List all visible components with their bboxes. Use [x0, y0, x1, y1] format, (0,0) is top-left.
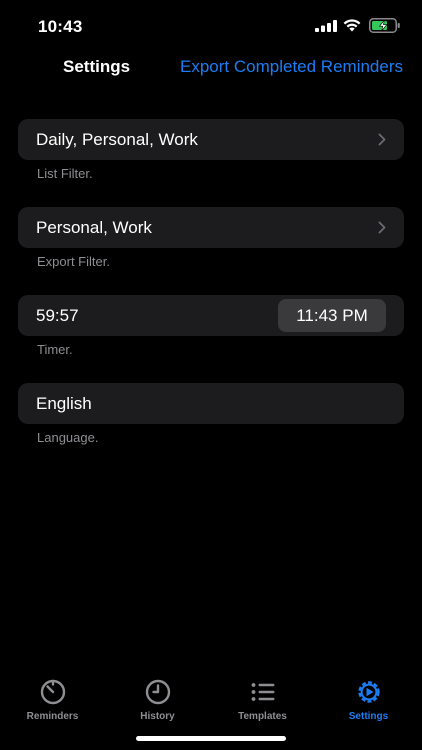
- timer-cell: 59:57 11:43 PM: [18, 295, 404, 336]
- list-filter-cell[interactable]: Daily, Personal, Work: [18, 119, 404, 160]
- time-picker-button[interactable]: 11:43 PM: [278, 299, 386, 332]
- page-title: Settings: [63, 57, 131, 76]
- chevron-right-icon: [378, 221, 386, 234]
- status-bar: 10:43: [0, 0, 422, 50]
- tab-history[interactable]: History: [105, 678, 210, 723]
- export-filter-value: Personal, Work: [36, 218, 152, 237]
- tab-reminders[interactable]: Reminders: [0, 678, 105, 723]
- wifi-icon: [343, 19, 361, 32]
- language-footnote: Language.: [37, 430, 99, 445]
- list-filter-value: Daily, Personal, Work: [36, 130, 198, 149]
- export-completed-reminders-button[interactable]: Export Completed Reminders: [180, 57, 403, 77]
- list-icon: [251, 683, 274, 701]
- battery-charging-icon: [369, 18, 400, 33]
- tab-templates-label: Templates: [238, 711, 287, 722]
- language-value: English: [36, 394, 92, 413]
- export-filter-cell[interactable]: Personal, Work: [18, 207, 404, 248]
- clock-icon: [145, 679, 170, 705]
- timer-footnote: Timer.: [37, 342, 73, 357]
- home-indicator: [136, 736, 286, 741]
- language-cell[interactable]: English: [18, 383, 404, 424]
- tab-settings-label: Settings: [348, 711, 389, 722]
- export-filter-footnote: Export Filter.: [37, 254, 110, 269]
- cellular-signal-icon: [315, 20, 337, 32]
- chevron-right-icon: [378, 133, 386, 146]
- tab-templates[interactable]: Templates: [210, 678, 315, 723]
- gear-play-icon: [357, 681, 380, 703]
- tab-history-label: History: [140, 711, 175, 722]
- tab-settings[interactable]: Settings: [316, 678, 421, 723]
- status-time: 10:43: [38, 17, 83, 36]
- timer-countdown: 59:57: [36, 306, 79, 325]
- list-filter-footnote: List Filter.: [37, 166, 93, 181]
- tab-reminders-label: Reminders: [26, 711, 79, 722]
- timer-icon: [40, 679, 65, 705]
